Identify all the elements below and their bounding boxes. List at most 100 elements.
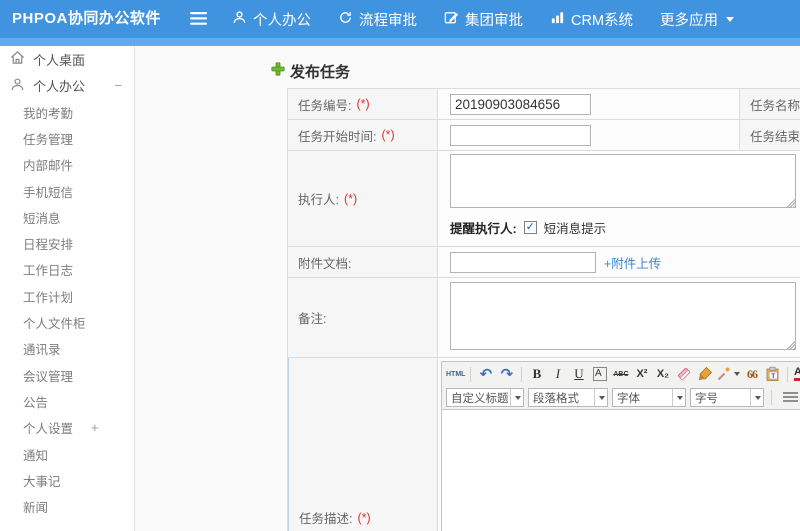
required-mark: (*) <box>356 97 370 111</box>
nav-label: CRM系统 <box>571 12 634 29</box>
nav-item-process-approval[interactable]: 流程审批 <box>338 9 417 30</box>
resize-grip-icon[interactable] <box>786 198 795 207</box>
sidebar-item-my-attendance[interactable]: 我的考勤 <box>0 99 134 125</box>
subscript-button[interactable]: X₂ <box>653 365 672 384</box>
add-plus-icon <box>271 62 285 81</box>
user-icon <box>232 10 247 29</box>
chevron-down-icon <box>734 372 741 376</box>
sidebar-item-label: 大事记 <box>23 474 61 489</box>
sidebar-item-internal-mail[interactable]: 内部邮件 <box>0 152 134 178</box>
chevron-down-icon <box>599 395 605 400</box>
sidebar-item-mobile-sms[interactable]: 手机短信 <box>0 178 134 204</box>
chevron-down-icon <box>515 395 521 400</box>
executor-textarea[interactable] <box>450 154 796 208</box>
sidebar-item-work-log[interactable]: 工作日志 <box>0 257 134 283</box>
sidebar-item-personal-settings[interactable]: 个人设置 + <box>0 415 134 441</box>
sms-reminder-checkbox[interactable]: ✓ <box>523 221 537 234</box>
sidebar-item-label: 通知 <box>23 448 49 463</box>
underline-button[interactable]: U <box>569 365 588 384</box>
sidebar-item-short-message[interactable]: 短消息 <box>0 204 134 230</box>
editor-toolbar-row2: 自定义标题 段落格式 字体 字号 <box>442 386 800 410</box>
sidebar-item-news[interactable]: 新闻 <box>0 493 134 519</box>
magic-wand-button[interactable] <box>716 365 741 384</box>
attachment-upload-link[interactable]: +附件上传 <box>604 253 661 272</box>
sidebar-item-announcement[interactable]: 公告 <box>0 388 134 414</box>
editor-content-area[interactable] <box>442 410 800 531</box>
chevron-down-icon <box>726 16 735 22</box>
superscript-button[interactable]: X² <box>632 365 651 384</box>
blockquote-button[interactable]: 66 <box>742 365 761 384</box>
nav-item-more-apps[interactable]: 更多应用 <box>660 9 735 30</box>
font-style-box-button[interactable]: A <box>592 367 607 381</box>
bold-button[interactable]: B <box>527 365 546 384</box>
nav-label: 更多应用 <box>660 12 719 29</box>
page-title: 发布任务 <box>271 61 350 82</box>
sidebar-item-contacts[interactable]: 通讯录 <box>0 336 134 362</box>
remind-executor-label: 提醒执行人: <box>450 222 517 236</box>
undo-button[interactable]: ↶ <box>476 365 495 384</box>
paragraph-format-dropdown[interactable]: 段落格式 <box>528 388 608 407</box>
sidebar-item-label: 通讯录 <box>23 343 61 358</box>
sidebar-item-label: 日程安排 <box>23 238 74 253</box>
font-color-button[interactable]: A <box>793 365 800 384</box>
expand-plus-icon[interactable]: + <box>91 420 99 435</box>
sidebar-item-work-plan[interactable]: 工作计划 <box>0 283 134 309</box>
heading-dropdown[interactable]: 自定义标题 <box>446 388 524 407</box>
sidebar-item-label: 个人文件柜 <box>23 317 86 332</box>
attachment-input[interactable] <box>450 251 596 273</box>
editor-toolbar-row1: HTML ↶ ↷ B I U A ABC X² X₂ 66 T A <box>442 362 800 386</box>
publish-task-form: 任务编号:(*) 任务名称:(*) 任务开始时间:(*) 任务结束时间:(*) … <box>287 88 800 531</box>
attachment-label: 附件文档: <box>288 247 438 278</box>
rich-text-editor: HTML ↶ ↷ B I U A ABC X² X₂ 66 T A 自定义标题 … <box>441 361 800 531</box>
paste-as-text-button[interactable]: T <box>763 365 782 384</box>
sidebar-item-personal-desktop[interactable]: 个人桌面 <box>0 46 134 73</box>
home-icon <box>10 50 25 68</box>
nav-item-personal-office[interactable]: 个人办公 <box>232 9 311 30</box>
sidebar-item-personal-office[interactable]: 个人办公 − <box>0 73 134 100</box>
sidebar-item-label: 公告 <box>23 395 49 410</box>
sidebar-item-meeting-management[interactable]: 会议管理 <box>0 362 134 388</box>
sidebar-item-label: 工作日志 <box>23 264 74 279</box>
sidebar-item-label: 新闻 <box>23 501 49 516</box>
toolbar-separator <box>470 366 472 382</box>
sidebar-item-label: 个人办公 <box>33 79 86 95</box>
resize-grip-icon[interactable] <box>786 340 795 349</box>
font-size-dropdown[interactable]: 字号 <box>690 388 764 407</box>
format-brush-button[interactable] <box>695 365 714 384</box>
chevron-down-icon <box>677 395 683 400</box>
strikethrough-button[interactable]: ABC <box>611 365 630 384</box>
nav-item-group-approval[interactable]: 集团审批 <box>444 9 523 30</box>
source-code-button[interactable]: HTML <box>446 365 465 384</box>
hamburger-menu-icon[interactable] <box>190 12 207 30</box>
description-editor-cell: HTML ↶ ↷ B I U A ABC X² X₂ 66 T A 自定义标题 … <box>438 358 800 531</box>
task-number-input[interactable] <box>450 93 591 115</box>
attachment-cell: +附件上传 <box>438 247 800 278</box>
sidebar-menu: 个人桌面 个人办公 − 我的考勤 任务管理 内部邮件 手机短信 短消息 日程安排… <box>0 46 135 531</box>
nav-item-crm[interactable]: CRM系统 <box>550 9 633 30</box>
align-left-button[interactable] <box>783 392 798 403</box>
user-icon <box>10 77 25 95</box>
remark-label: 备注: <box>288 278 438 358</box>
sidebar-item-label: 手机短信 <box>23 185 74 200</box>
sidebar-item-schedule[interactable]: 日程安排 <box>0 230 134 256</box>
font-family-dropdown[interactable]: 字体 <box>612 388 686 407</box>
eraser-button[interactable] <box>674 365 693 384</box>
collapse-minus-icon[interactable]: − <box>114 78 122 93</box>
start-time-input[interactable] <box>450 124 591 146</box>
svg-text:T: T <box>771 373 775 380</box>
sidebar-item-big-events[interactable]: 大事记 <box>0 467 134 493</box>
app-logo: PHPOA协同办公软件 <box>12 10 161 27</box>
redo-button[interactable]: ↷ <box>497 365 516 384</box>
sidebar-item-label: 个人设置 <box>23 422 74 437</box>
sidebar-item-notice[interactable]: 通知 <box>0 441 134 467</box>
sidebar-item-label: 任务管理 <box>23 132 74 147</box>
italic-button[interactable]: I <box>548 365 567 384</box>
sidebar-item-task-management[interactable]: 任务管理 <box>0 125 134 151</box>
sidebar-item-personal-files[interactable]: 个人文件柜 <box>0 309 134 335</box>
remark-cell <box>438 278 800 358</box>
remark-textarea[interactable] <box>450 282 796 350</box>
description-label: 任务描述: (*) <box>288 358 438 531</box>
toolbar-separator <box>521 366 523 382</box>
sidebar-item-label: 短消息 <box>23 211 61 226</box>
edit-compose-icon <box>444 10 459 29</box>
